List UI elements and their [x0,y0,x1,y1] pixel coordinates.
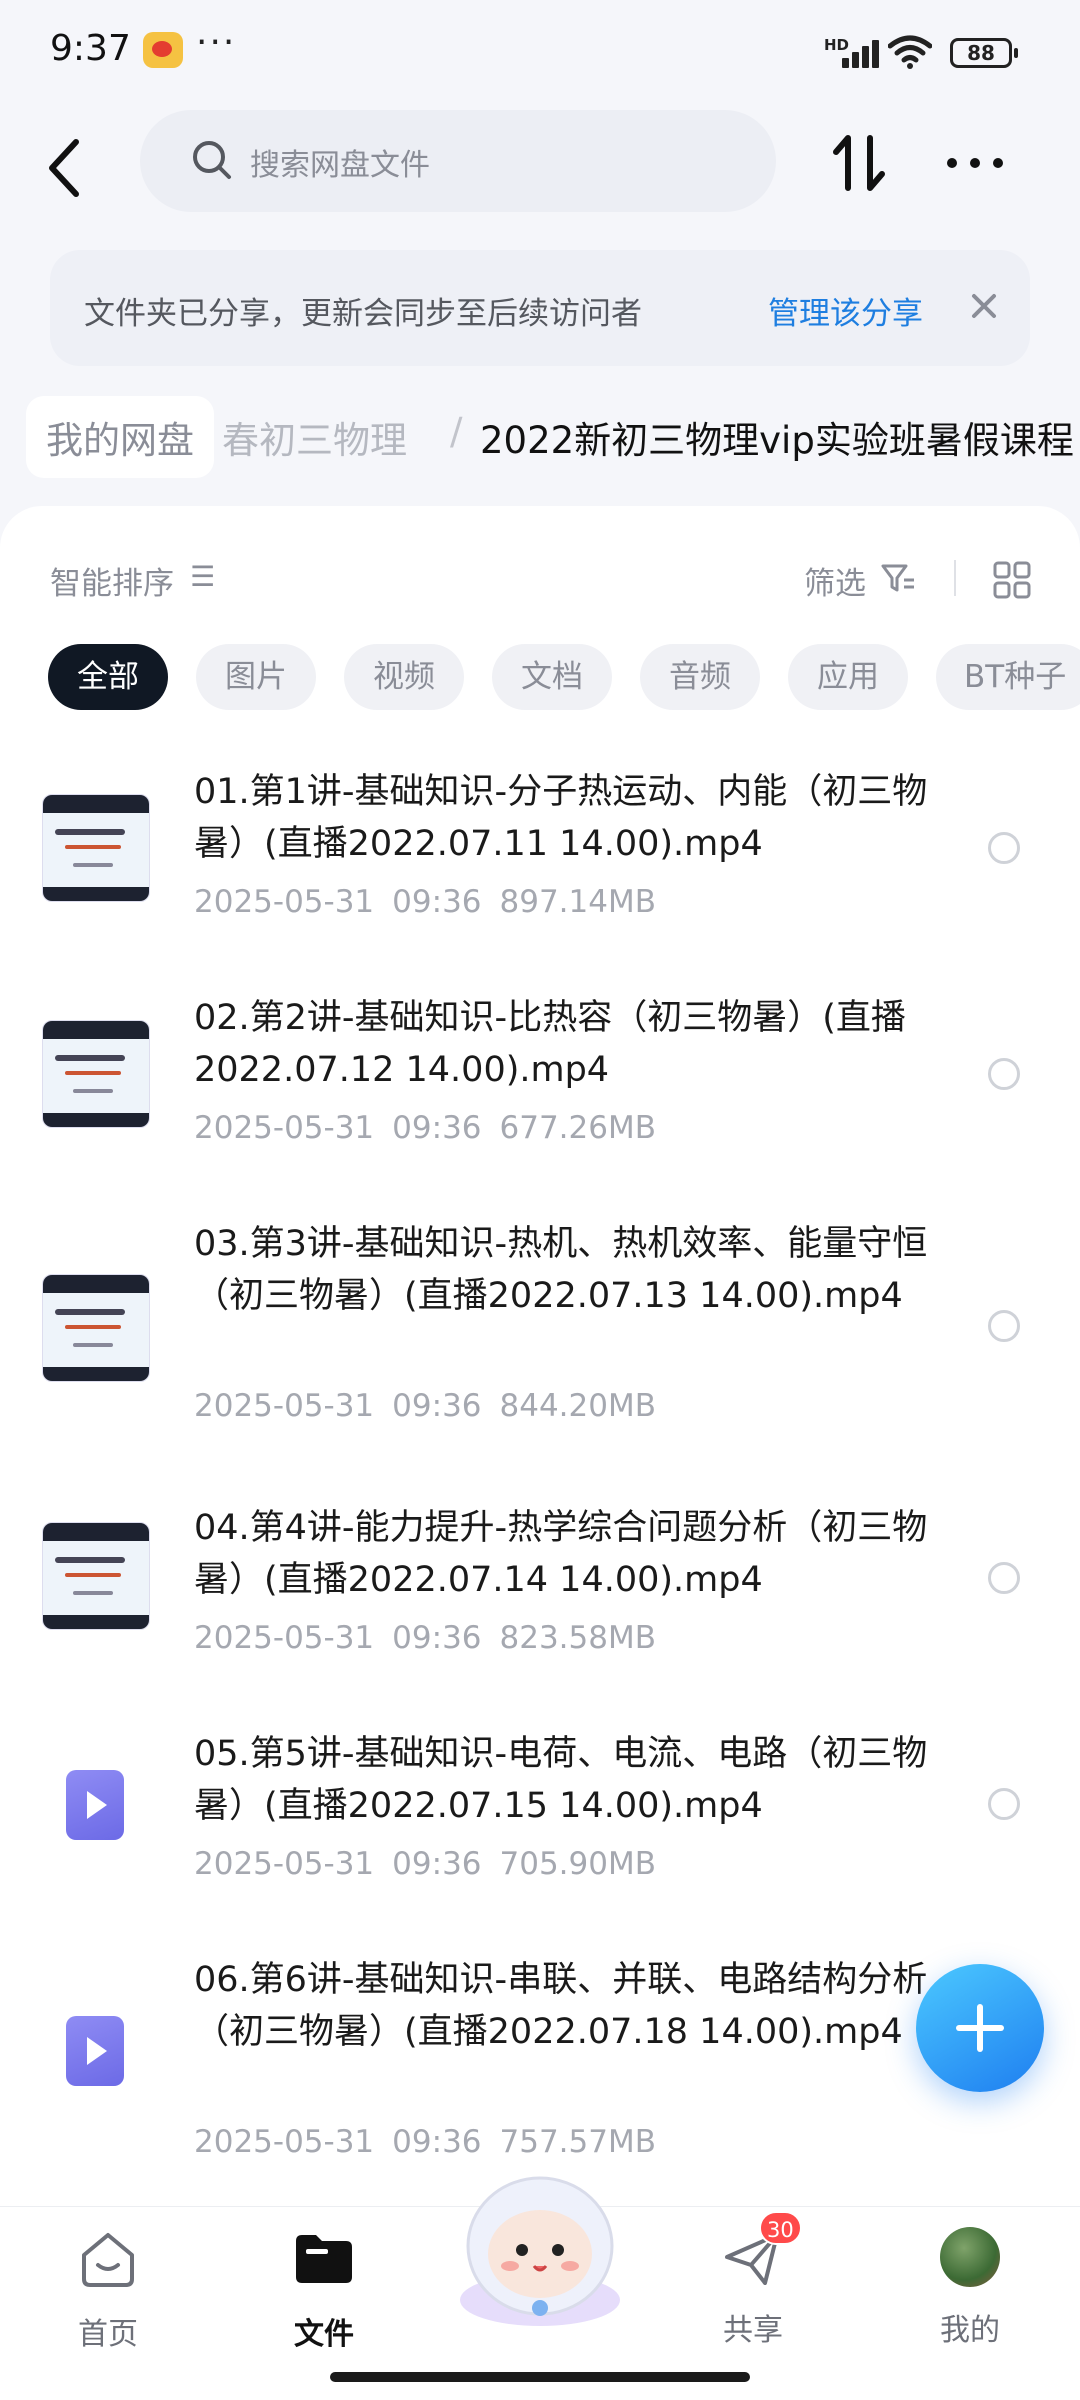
sort-button[interactable]: 智能排序 [50,558,174,603]
chip-apps[interactable]: 应用 [788,644,908,710]
close-icon[interactable] [962,284,1006,328]
folder-icon [296,2235,352,2283]
file-time: 09:36 [392,1846,482,1882]
file-name: 04.第4讲-能力提升-热学综合问题分析（初三物暑）(直播2022.07.14 … [194,1508,928,1600]
select-radio[interactable] [988,832,1020,864]
video-file-icon [66,1770,124,1840]
status-time: 9:37 [50,28,131,69]
file-time: 09:36 [392,1110,482,1146]
file-meta: 2025-05-31 09:36 705.90MB [194,1846,674,1882]
video-file-icon [66,2016,124,2086]
status-bar: 9:37 ··· HD 88 [0,0,1080,110]
list-item[interactable]: 01.第1讲-基础知识-分子热运动、内能（初三物暑）(直播2022.07.11 … [0,760,1080,980]
file-meta: 2025-05-31 09:36 677.26MB [194,1110,674,1146]
file-size: 677.26MB [499,1110,656,1146]
grid-view-icon[interactable] [992,560,1032,600]
breadcrumb-home[interactable]: 我的网盘 [26,396,214,478]
share-icon-wrap: 30 [721,2211,802,2291]
file-time: 09:36 [392,1388,482,1424]
breadcrumb-separator: / [450,410,463,453]
file-date: 2025-05-31 [194,1110,375,1146]
top-bar: 搜索网盘文件 [0,110,1080,240]
assistant-mascot-icon[interactable] [440,2150,640,2330]
file-meta: 2025-05-31 09:36 823.58MB [194,1620,674,1656]
list-item[interactable]: 04.第4讲-能力提升-热学综合问题分析（初三物暑）(直播2022.07.14 … [0,1496,1080,1716]
battery-indicator: 88 [950,38,1018,68]
chip-audio[interactable]: 音频 [640,644,760,710]
nav-label: 首页 [78,2317,138,2352]
select-radio[interactable] [988,1058,1020,1090]
chip-all[interactable]: 全部 [48,644,168,710]
list-item[interactable]: 05.第5讲-基础知识-电荷、电流、电路（初三物暑）(直播2022.07.15 … [0,1722,1080,1942]
file-name: 02.第2讲-基础知识-比热容（初三物暑）(直播2022.07.12 14.00… [194,998,906,1090]
list-item[interactable]: 03.第3讲-基础知识-热机、热机效率、能量守恒（初三物暑）(直播2022.07… [0,1212,1080,1472]
avatar [940,2227,1000,2287]
file-name: 06.第6讲-基础知识-串联、并联、电路结构分析（初三物暑）(直播2022.07… [194,1960,928,2052]
filter-button[interactable]: 筛选 [804,558,866,603]
file-time: 09:36 [392,884,482,920]
breadcrumb-current: 2022新初三物理vip实验班暑假课程 [480,419,1074,462]
video-thumbnail [42,794,150,902]
more-options-icon[interactable] [940,138,1010,188]
file-meta: 2025-05-31 09:36 897.14MB [194,884,674,920]
file-name: 05.第5讲-基础知识-电荷、电流、电路（初三物暑）(直播2022.07.15 … [194,1734,928,1826]
video-thumbnail [42,1020,150,1128]
file-date: 2025-05-31 [194,884,375,920]
toolbar-divider [954,560,956,596]
back-button[interactable] [30,128,100,208]
share-badge: 30 [759,2211,802,2245]
category-filter-chips: 全部 图片 视频 文档 音频 应用 BT种子 [48,644,1080,714]
file-date: 2025-05-31 [194,2124,375,2160]
signal-icon [842,38,882,68]
share-banner: 文件夹已分享，更新会同步至后续访问者 管理该分享 [50,250,1030,366]
home-icon [82,2233,134,2287]
select-radio[interactable] [988,1788,1020,1820]
file-size: 823.58MB [499,1620,656,1656]
file-meta: 2025-05-31 09:36 844.20MB [194,1388,674,1424]
breadcrumb-parent[interactable]: 春初三物理 [222,410,407,464]
add-button[interactable] [916,1964,1044,2092]
file-size: 705.90MB [499,1846,656,1882]
file-size: 844.20MB [499,1388,656,1424]
home-indicator[interactable] [330,2372,750,2382]
chip-images[interactable]: 图片 [196,644,316,710]
file-name: 01.第1讲-基础知识-分子热运动、内能（初三物暑）(直播2022.07.11 … [194,772,928,864]
search-icon [193,141,231,179]
chip-bt-seeds[interactable]: BT种子 [936,644,1080,710]
select-radio[interactable] [988,1310,1020,1342]
video-thumbnail [42,1522,150,1630]
search-placeholder: 搜索网盘文件 [250,148,430,183]
chip-documents[interactable]: 文档 [492,644,612,710]
video-thumbnail [42,1274,150,1382]
list-item[interactable]: 02.第2讲-基础知识-比热容（初三物暑）(直播2022.07.12 14.00… [0,986,1080,1206]
nav-label: 文件 [294,2317,354,2352]
nav-label: 共享 [723,2313,783,2348]
chip-videos[interactable]: 视频 [344,644,464,710]
nav-files[interactable]: 文件 [254,2227,394,2353]
share-notice-text: 文件夹已分享，更新会同步至后续访问者 [84,296,642,332]
sort-order-icon[interactable]: ☰ [190,560,215,593]
transfer-sort-icon[interactable] [826,128,892,198]
nav-share[interactable]: 30 共享 [683,2211,823,2349]
file-date: 2025-05-31 [194,1620,375,1656]
file-date: 2025-05-31 [194,1846,375,1882]
weibo-notification-icon [143,32,183,68]
nav-home[interactable]: 首页 [38,2227,178,2353]
file-size: 897.14MB [499,884,656,920]
nav-profile[interactable]: 我的 [900,2227,1040,2349]
filter-icon[interactable] [880,562,916,594]
manage-share-link[interactable]: 管理该分享 [768,288,923,333]
file-date: 2025-05-31 [194,1388,375,1424]
file-name: 03.第3讲-基础知识-热机、热机效率、能量守恒（初三物暑）(直播2022.07… [194,1224,928,1316]
search-input[interactable]: 搜索网盘文件 [140,110,776,212]
wifi-icon [888,35,932,69]
nav-label: 我的 [940,2313,1000,2348]
file-time: 09:36 [392,1620,482,1656]
more-notifications-icon: ··· [196,22,237,63]
select-radio[interactable] [988,1562,1020,1594]
